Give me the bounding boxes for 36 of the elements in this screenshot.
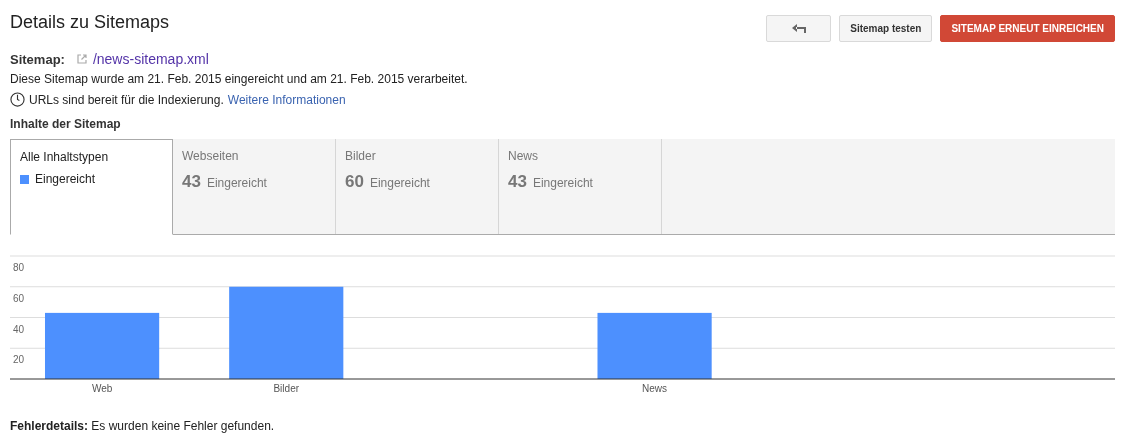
sitemap-label: Sitemap: [10, 51, 65, 67]
clock-icon [10, 92, 25, 107]
y-tick-label: 80 [13, 262, 25, 273]
x-tick-label: Bilder [273, 383, 300, 394]
resubmit-button[interactable]: SITEMAP ERNEUT EINREICHEN [940, 15, 1115, 42]
tab-label: Webseiten [182, 149, 240, 163]
section-heading: Inhalte der Sitemap [10, 117, 122, 131]
y-tick-label: 60 [13, 292, 25, 304]
error-details: Fehlerdetails: Es wurden keine Fehler gefunden. [10, 419, 276, 433]
count-value: 60 [345, 172, 364, 192]
content-tab[interactable]: News 43 Eingereicht [499, 139, 662, 234]
content-tab[interactable]: Alle Inhaltstypen Eingereicht [10, 139, 173, 235]
count-unit: Eingereicht [532, 176, 593, 190]
y-tick-label: 40 [13, 323, 25, 335]
count-unit: Eingereicht [369, 176, 430, 190]
tab-label: Bilder [345, 149, 377, 163]
test-button[interactable]: Sitemap testen [839, 15, 933, 42]
content-tab[interactable]: Bilder 60 Eingereicht [336, 139, 499, 234]
back-button[interactable] [766, 15, 832, 42]
count-unit: Eingereicht [206, 176, 267, 190]
y-tick-label: 20 [13, 354, 25, 366]
tab-label: News [508, 149, 539, 163]
back-arrow-icon [791, 23, 806, 34]
external-link-icon [76, 54, 87, 64]
status-text: URLs sind bereit für die Indexierung. [29, 92, 224, 107]
legend-label: Eingereicht [35, 172, 96, 186]
content-tab[interactable]: Webseiten 43 Eingereicht [173, 139, 336, 234]
x-tick-label: News [642, 383, 668, 394]
info-text: Diese Sitemap wurde am 21. Feb. 2015 eingereicht und am 21. Feb. 2015 verarbeitet. [10, 72, 469, 86]
count-value: 43 [182, 172, 201, 192]
x-tick-label: Web [91, 383, 113, 394]
more-info-link[interactable]: Weitere Informationen [227, 92, 346, 107]
count-value: 43 [508, 172, 527, 192]
sitemap-link[interactable]: /news-sitemap.xml [92, 51, 209, 67]
page-title: Details zu Sitemaps [10, 12, 170, 33]
tab-label: Alle Inhaltstypen [20, 150, 110, 164]
